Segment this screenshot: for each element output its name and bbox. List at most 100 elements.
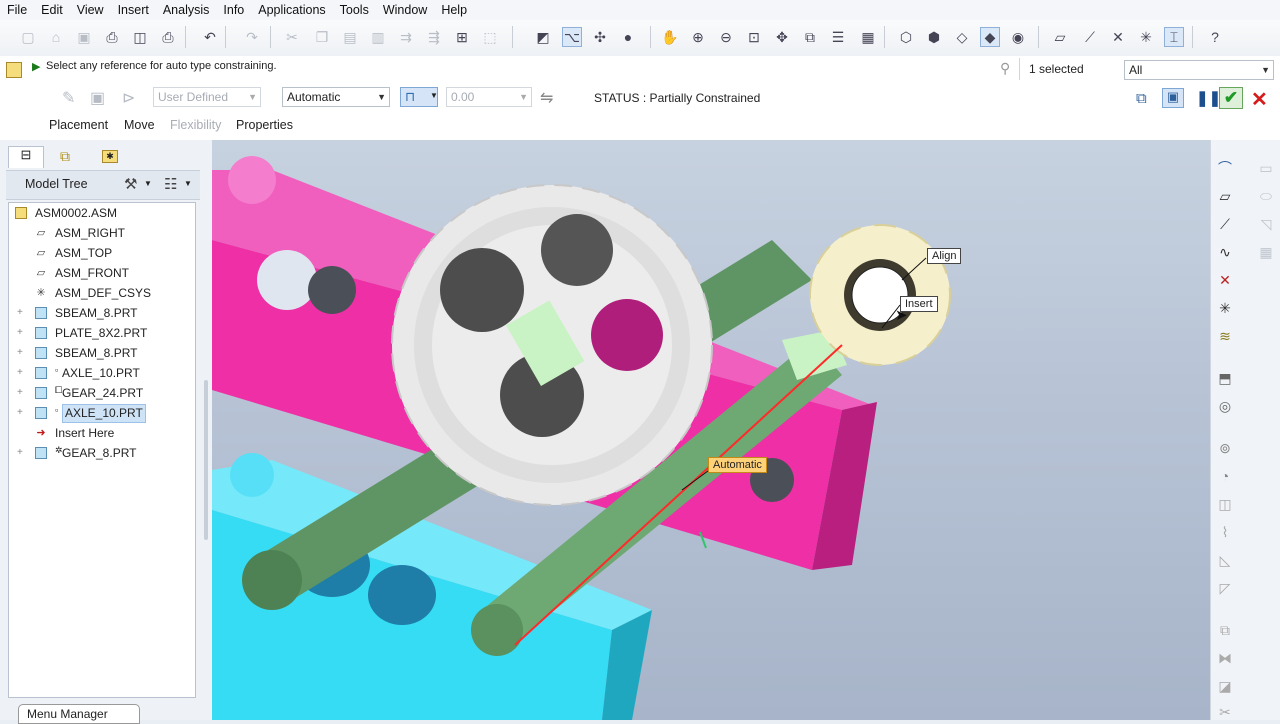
datum-display-icon[interactable]: ⌥ (562, 27, 582, 47)
extrude-tool-icon[interactable]: ⬒ (1213, 367, 1237, 389)
menu-applications[interactable]: Applications (251, 0, 332, 20)
expand-icon[interactable]: + (17, 403, 23, 423)
appearance-icon[interactable]: ▦ (858, 27, 878, 47)
menu-window[interactable]: Window (376, 0, 434, 20)
rib-tool-icon[interactable]: ⌇ (1213, 521, 1237, 543)
tab-placement[interactable]: Placement (49, 118, 108, 132)
merge-tool-icon[interactable]: ◪ (1213, 675, 1237, 697)
tree-node[interactable]: ▱ ASM_FRONT (9, 263, 195, 283)
tree-node[interactable]: ➜ Insert Here (9, 423, 195, 443)
pan-hand-icon[interactable]: ✋ (660, 27, 680, 47)
offset-value-input[interactable]: 0.00 ▼ (446, 87, 532, 107)
datum-point-tool-icon[interactable]: ✕ (1213, 269, 1237, 291)
menu-info[interactable]: Info (216, 0, 251, 20)
zoom-in-icon[interactable]: ⊕ (688, 27, 708, 47)
expand-icon[interactable]: + (17, 343, 23, 363)
cancel-x-icon[interactable]: ✕ (1251, 87, 1268, 112)
layers-icon[interactable]: ☰ (828, 27, 848, 47)
open-file-icon[interactable]: ⌂ (46, 27, 66, 47)
draft-tool-icon[interactable]: ◺ (1213, 549, 1237, 571)
saved-views-icon[interactable]: ⧉ (800, 27, 820, 47)
expand-icon[interactable]: + (17, 443, 23, 463)
expand-icon[interactable]: + (17, 363, 23, 383)
style-tool-icon[interactable]: ▭ (1254, 157, 1278, 179)
shading-icon[interactable]: ● (618, 27, 638, 47)
selection-filter-select[interactable]: All ▼ (1124, 60, 1274, 80)
expand-icon[interactable]: + (17, 383, 23, 403)
regenerate-icon[interactable]: ⇶ (424, 27, 444, 47)
datum-axis-tool-icon[interactable]: ⟋ (1213, 213, 1237, 235)
revolve-tool-icon[interactable]: ◎ (1213, 395, 1237, 417)
automatic-constraint-tag[interactable]: Automatic (708, 457, 767, 473)
quick-print-icon[interactable]: ⎙ (158, 27, 178, 47)
expand-icon[interactable]: + (17, 303, 23, 323)
menu-manager-window[interactable]: Menu Manager (18, 704, 140, 724)
boundary-tool-icon[interactable]: ◹ (1254, 213, 1278, 235)
no-hidden-icon[interactable]: ◇ (952, 27, 972, 47)
refit-icon[interactable]: ⊡ (744, 27, 764, 47)
separate-window-icon[interactable]: ⧉ (1136, 90, 1147, 107)
tree-node[interactable]: + ▫ AXLE_10.PRT (9, 403, 195, 423)
tree-node[interactable]: ▱ ASM_RIGHT (9, 223, 195, 243)
user-defined-select[interactable]: User Defined ▼ (153, 87, 261, 107)
shaded-icon[interactable]: ◆ (980, 27, 1000, 47)
mirror-tool-icon[interactable]: ⧓ (1213, 647, 1237, 669)
datum-axes-icon[interactable]: ⟋ (1080, 27, 1100, 47)
analysis-tool-icon[interactable]: ≋ (1213, 325, 1237, 347)
pause-icon[interactable]: ❚❚ (1196, 89, 1221, 107)
tree-node[interactable]: + ⧠ GEAR_24.PRT (9, 383, 195, 403)
panel-splitter[interactable] (204, 380, 208, 540)
redo-icon[interactable]: ↷ (242, 27, 262, 47)
expand-icon[interactable]: + (17, 323, 23, 343)
sketch-view-icon[interactable]: ◩ (533, 27, 553, 47)
enhanced-realism-icon[interactable]: ◉ (1008, 27, 1028, 47)
spin-center-icon[interactable]: ✣ (590, 27, 610, 47)
mirror-icon[interactable]: ⇉ (396, 27, 416, 47)
menu-insert[interactable]: Insert (111, 0, 156, 20)
constraint-type-select[interactable]: Automatic ▼ (282, 87, 390, 107)
binoculars-icon[interactable]: ⊞ (452, 27, 472, 47)
paste-icon[interactable]: ▤ (340, 27, 360, 47)
menu-file[interactable]: File (0, 0, 34, 20)
accept-check-icon[interactable]: ✔ (1219, 87, 1243, 109)
tree-node[interactable]: ✳ ASM_DEF_CSYS (9, 283, 195, 303)
csys-tool-icon[interactable]: ✳ (1213, 297, 1237, 319)
context-help-icon[interactable]: ? (1205, 27, 1225, 47)
tree-node[interactable]: ASM0002.ASM (9, 203, 195, 223)
tree-node[interactable]: + ▫ AXLE_10.PRT (9, 363, 195, 383)
freestyle-tool-icon[interactable]: ▦ (1254, 241, 1278, 263)
offset-type-button[interactable]: ⊓ ▼ (400, 87, 438, 107)
datum-planes-icon[interactable]: ▱ (1050, 27, 1070, 47)
assembly-window-icon[interactable]: ▣ (1162, 88, 1184, 108)
flip-constraint-icon[interactable]: ⇋ (540, 88, 553, 108)
folder-browser-tab-icon[interactable]: ⧉ (60, 148, 70, 165)
menu-tools[interactable]: Tools (333, 0, 376, 20)
pattern-tool-icon[interactable]: ⧉ (1213, 619, 1237, 641)
shell-tool-icon[interactable]: ◫ (1213, 493, 1237, 515)
warp-tool-icon[interactable]: ⬭ (1254, 185, 1278, 207)
annotation-display-icon[interactable]: ⌶ (1164, 27, 1184, 47)
menu-edit[interactable]: Edit (34, 0, 70, 20)
menu-view[interactable]: View (70, 0, 111, 20)
zoom-out-icon[interactable]: ⊖ (716, 27, 736, 47)
tab-properties[interactable]: Properties (236, 118, 293, 132)
hidden-line-icon[interactable]: ⬢ (924, 27, 944, 47)
reorient-icon[interactable]: ✥ (772, 27, 792, 47)
undo-icon[interactable]: ↶ (200, 27, 220, 47)
round-tool-icon[interactable]: ◔ (1213, 465, 1237, 487)
coordinate-systems-icon[interactable]: ✳ (1136, 27, 1156, 47)
tree-node[interactable]: + PLATE_8X2.PRT (9, 323, 195, 343)
copy-icon[interactable]: ❐ (312, 27, 332, 47)
model-tree-tab-icon[interactable]: ⊟ (8, 146, 44, 168)
paste-special-icon[interactable]: ▥ (368, 27, 388, 47)
tree-node[interactable]: ▱ ASM_TOP (9, 243, 195, 263)
menu-help[interactable]: Help (434, 0, 474, 20)
chamfer-tool-icon[interactable]: ◸ (1213, 577, 1237, 599)
wireframe-icon[interactable]: ⬡ (896, 27, 916, 47)
tree-node[interactable]: + ✲ GEAR_8.PRT (9, 443, 195, 463)
cut-icon[interactable]: ✂ (282, 27, 302, 47)
favorites-tab-icon[interactable]: ✱ (102, 150, 118, 163)
tab-move[interactable]: Move (124, 118, 155, 132)
datum-curve-tool-icon[interactable]: ∿ (1213, 241, 1237, 263)
print-icon[interactable]: ⎙ (102, 27, 122, 47)
